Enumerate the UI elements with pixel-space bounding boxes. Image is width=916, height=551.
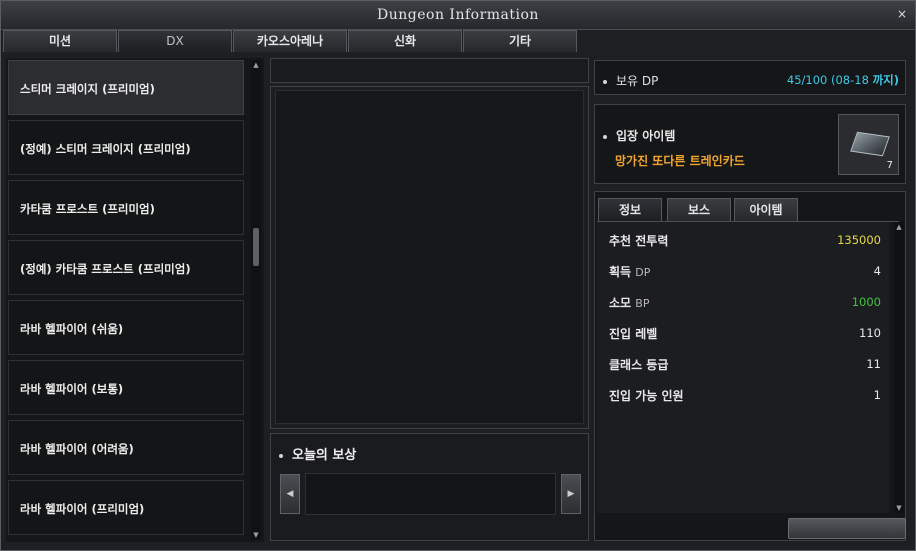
- stat-value: 4: [873, 264, 881, 278]
- dungeon-item-label: (정예) 카타쿰 프로스트 (프리미엄): [20, 262, 191, 276]
- tab-items[interactable]: 아이템: [734, 198, 798, 221]
- entry-item-label: 입장 아이템: [616, 129, 676, 143]
- stat-label: 추천 전투력: [609, 234, 669, 248]
- stats-list: 추천 전투력 135000 획득 DP 4 소모 BP 1000 진입 레벨 1…: [597, 222, 889, 513]
- title-bar[interactable]: Dungeon Information ×: [1, 1, 915, 30]
- tab-info[interactable]: 정보: [598, 198, 662, 221]
- scroll-thumb[interactable]: [253, 228, 259, 266]
- bullet-icon: [603, 134, 607, 139]
- enter-dungeon-button[interactable]: [788, 518, 906, 539]
- dungeon-item[interactable]: 카타쿰 프로스트 (프리미엄): [8, 180, 244, 235]
- entry-item-name: 망가진 또다른 트레인카드: [615, 154, 745, 168]
- dungeon-item-label: 카타쿰 프로스트 (프리미엄): [20, 202, 155, 216]
- dungeon-item[interactable]: 라바 헬파이어 (어려움): [8, 420, 244, 475]
- tab-chaos-arena[interactable]: 카오스아레나: [233, 30, 347, 52]
- bullet-icon: [603, 79, 607, 84]
- scroll-down-icon[interactable]: ▼: [251, 530, 261, 540]
- dungeon-item[interactable]: (정예) 카타쿰 프로스트 (프리미엄): [8, 240, 244, 295]
- stat-value: 11: [866, 357, 881, 371]
- dp-label: 보유: [616, 74, 639, 88]
- stat-value: 135000: [837, 233, 881, 247]
- scroll-down-icon[interactable]: ▼: [894, 503, 904, 513]
- dungeon-item-label: 라바 헬파이어 (프리미엄): [20, 502, 145, 516]
- stat-label: 소모 BP: [609, 296, 650, 310]
- dp-label-en: DP: [641, 74, 659, 88]
- owned-dp-panel: 보유 DP 45/100 (08-18 까지): [594, 60, 906, 95]
- dungeon-item-label: 라바 헬파이어 (보통): [20, 382, 124, 396]
- entry-item-slot[interactable]: 7: [838, 114, 899, 175]
- info-scrollbar[interactable]: ▲ ▼: [894, 222, 904, 513]
- tab-dx[interactable]: DX: [118, 30, 232, 52]
- dungeon-preview-image: [275, 90, 584, 424]
- dungeon-name-bar: [270, 58, 589, 83]
- dungeon-item-label: 스티머 크레이지 (프리미엄): [20, 82, 155, 96]
- dungeon-list: 스티머 크레이지 (프리미엄) (정예) 스티머 크레이지 (프리미엄) 카타쿰…: [6, 58, 264, 542]
- bullet-icon: [279, 453, 283, 458]
- tab-mission[interactable]: 미션: [3, 30, 117, 52]
- stat-value: 110: [859, 326, 881, 340]
- scroll-up-icon[interactable]: ▲: [894, 222, 904, 232]
- dungeon-information-window: Dungeon Information × 미션 DX 카오스아레나 신화 기타…: [0, 0, 916, 551]
- dungeon-item[interactable]: 스티머 크레이지 (프리미엄): [8, 60, 244, 115]
- dungeon-item-label: (정예) 스티머 크레이지 (프리미엄): [20, 142, 191, 156]
- reward-prev-button[interactable]: ◀: [280, 474, 300, 514]
- dungeon-preview: [270, 86, 589, 429]
- dungeon-item-label: 라바 헬파이어 (쉬움): [20, 322, 124, 336]
- stat-value: 1: [873, 388, 881, 402]
- dungeon-item[interactable]: 라바 헬파이어 (프리미엄): [8, 480, 244, 535]
- window-title: Dungeon Information: [377, 7, 539, 23]
- dungeon-item[interactable]: 라바 헬파이어 (보통): [8, 360, 244, 415]
- entry-item-panel: 입장 아이템 망가진 또다른 트레인카드 7: [594, 104, 906, 184]
- item-count: 7: [886, 160, 893, 171]
- dungeon-item-label: 라바 헬파이어 (어려움): [20, 442, 134, 456]
- scroll-up-icon[interactable]: ▲: [251, 60, 261, 70]
- dungeon-list-scrollbar[interactable]: ▲ ▼: [251, 60, 261, 540]
- reward-next-button[interactable]: ▶: [561, 474, 581, 514]
- reward-item-slots: [305, 473, 556, 515]
- daily-reward-title: 오늘의 보상: [292, 448, 357, 463]
- stat-label: 진입 가능 인원: [609, 389, 684, 403]
- tab-etc[interactable]: 기타: [463, 30, 577, 52]
- close-icon[interactable]: ×: [895, 7, 909, 21]
- stat-label: 클래스 등급: [609, 358, 669, 372]
- dungeon-item[interactable]: 라바 헬파이어 (쉬움): [8, 300, 244, 355]
- tab-myth[interactable]: 신화: [348, 30, 462, 52]
- train-card-icon: [850, 131, 890, 157]
- daily-reward-panel: 오늘의 보상 ◀ ▶: [270, 433, 589, 541]
- stat-label: 획득 DP: [609, 265, 651, 279]
- dungeon-info-panel: 정보 보스 아이템 추천 전투력 135000 획득 DP 4 소모 BP 10…: [594, 191, 906, 541]
- stat-label: 진입 레벨: [609, 327, 658, 341]
- dungeon-item[interactable]: (정예) 스티머 크레이지 (프리미엄): [8, 120, 244, 175]
- dp-until: 까지): [872, 73, 899, 87]
- tab-boss[interactable]: 보스: [667, 198, 731, 221]
- dp-value: 45/100 (08-18: [786, 73, 869, 87]
- stat-value: 1000: [851, 295, 881, 309]
